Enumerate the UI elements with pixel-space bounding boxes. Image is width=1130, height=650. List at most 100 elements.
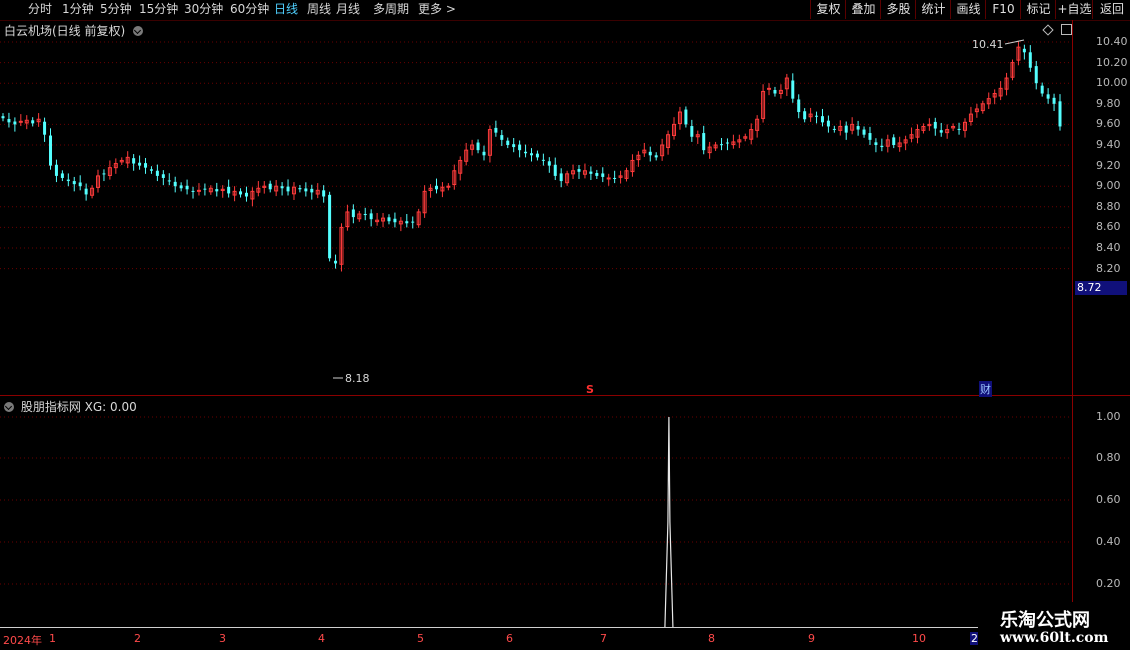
candle-body bbox=[1, 116, 5, 119]
month-tick: 2 bbox=[134, 632, 141, 645]
candle-body bbox=[268, 183, 272, 190]
candle-body bbox=[648, 151, 652, 156]
candle-body bbox=[1022, 48, 1026, 53]
candle-body bbox=[773, 89, 777, 94]
candle-body bbox=[791, 80, 795, 99]
candle-body bbox=[7, 119, 11, 123]
candle-body bbox=[1034, 66, 1038, 84]
candle-body bbox=[239, 191, 243, 195]
price-tick: 10.00 bbox=[1096, 76, 1128, 90]
candle-body bbox=[286, 186, 290, 192]
indicator-tick: 0.80 bbox=[1096, 451, 1121, 464]
low-price-label: 8.18 bbox=[345, 372, 370, 385]
candle-body bbox=[66, 179, 70, 182]
candle-body bbox=[244, 192, 248, 197]
month-tick: 9 bbox=[808, 632, 815, 645]
month-tick: 4 bbox=[318, 632, 325, 645]
candle-body bbox=[1052, 97, 1056, 104]
candle-body bbox=[1040, 85, 1044, 94]
month-tick: 5 bbox=[417, 632, 424, 645]
candle-body bbox=[369, 213, 373, 220]
candle-body bbox=[892, 137, 896, 145]
month-tick: 8 bbox=[708, 632, 715, 645]
candle-body bbox=[60, 173, 64, 178]
price-tick: 9.80 bbox=[1096, 96, 1121, 110]
price-tick: 9.60 bbox=[1096, 117, 1121, 131]
candle-body bbox=[72, 181, 76, 185]
high-pointer bbox=[1004, 39, 1025, 45]
candle-body bbox=[815, 115, 819, 117]
s-marker[interactable]: S bbox=[586, 383, 594, 396]
candle-body bbox=[387, 217, 391, 222]
candle-body bbox=[684, 109, 688, 125]
candle-body bbox=[167, 180, 171, 182]
price-tick: 8.80 bbox=[1096, 199, 1121, 213]
candle-body bbox=[524, 151, 528, 154]
indicator-tick: 1.00 bbox=[1096, 410, 1121, 423]
price-tick: 10.40 bbox=[1096, 35, 1128, 48]
candle-body bbox=[328, 194, 332, 259]
indicator-title: 股朋指标网 XG: 0.00 bbox=[4, 398, 137, 415]
candle-body bbox=[856, 126, 860, 130]
high-price-label: 10.41 bbox=[972, 38, 1004, 51]
candle-body bbox=[144, 163, 148, 168]
candle-body bbox=[797, 99, 801, 113]
candle-body bbox=[227, 186, 231, 194]
candlestick-chart[interactable] bbox=[0, 0, 1130, 650]
candle-body bbox=[304, 188, 308, 192]
finance-marker[interactable]: 财 bbox=[979, 381, 992, 397]
price-tick: 10.20 bbox=[1096, 55, 1128, 69]
candle-body bbox=[720, 144, 724, 146]
price-tick: 8.60 bbox=[1096, 220, 1121, 234]
chevron-down-icon[interactable] bbox=[4, 402, 14, 412]
candle-body bbox=[405, 221, 409, 224]
indicator-tick: 0.20 bbox=[1096, 577, 1121, 590]
candle-body bbox=[138, 162, 142, 166]
candle-body bbox=[482, 151, 486, 156]
watermark-title: 乐淘公式网 bbox=[1000, 610, 1090, 631]
candle-body bbox=[132, 158, 136, 164]
candle-body bbox=[393, 218, 397, 223]
candle-body bbox=[322, 190, 326, 197]
candle-body bbox=[518, 144, 522, 151]
candle-body bbox=[803, 111, 807, 120]
candle-body bbox=[862, 129, 866, 135]
candle-body bbox=[280, 186, 284, 189]
candle-body bbox=[547, 161, 551, 166]
indicator-tick: 0.40 bbox=[1096, 535, 1121, 548]
candle-body bbox=[173, 181, 177, 187]
current-price-label: 8.72 bbox=[1075, 281, 1127, 295]
month-tick: 7 bbox=[600, 632, 607, 645]
candle-body bbox=[215, 189, 219, 192]
candle-body bbox=[874, 142, 878, 145]
candle-body bbox=[49, 135, 53, 166]
candle-body bbox=[535, 153, 539, 158]
candle-body bbox=[13, 121, 17, 125]
candle-body bbox=[690, 126, 694, 137]
candle-body bbox=[654, 155, 658, 158]
candle-body bbox=[84, 188, 88, 195]
candle-body bbox=[880, 145, 884, 148]
candle-body bbox=[1058, 101, 1062, 127]
candle-body bbox=[933, 121, 937, 129]
candle-body bbox=[500, 135, 504, 140]
candle-body bbox=[179, 185, 183, 189]
candle-body bbox=[589, 171, 593, 174]
price-tick: 9.40 bbox=[1096, 138, 1121, 151]
candle-body bbox=[334, 260, 338, 264]
candle-body bbox=[18, 120, 23, 123]
candle-body bbox=[31, 120, 35, 124]
candle-body bbox=[78, 182, 82, 187]
candle-body bbox=[1046, 94, 1050, 99]
candle-body bbox=[161, 174, 165, 178]
candle-body bbox=[820, 116, 824, 123]
candle-body bbox=[149, 169, 153, 171]
candle-body bbox=[541, 159, 545, 161]
candle-body bbox=[725, 142, 729, 144]
candle-body bbox=[351, 209, 355, 218]
candle-body bbox=[102, 173, 106, 175]
candle-body bbox=[595, 173, 599, 176]
candle-body bbox=[577, 169, 581, 172]
indicator-spike bbox=[664, 416, 674, 628]
month-tick: 3 bbox=[219, 632, 226, 645]
